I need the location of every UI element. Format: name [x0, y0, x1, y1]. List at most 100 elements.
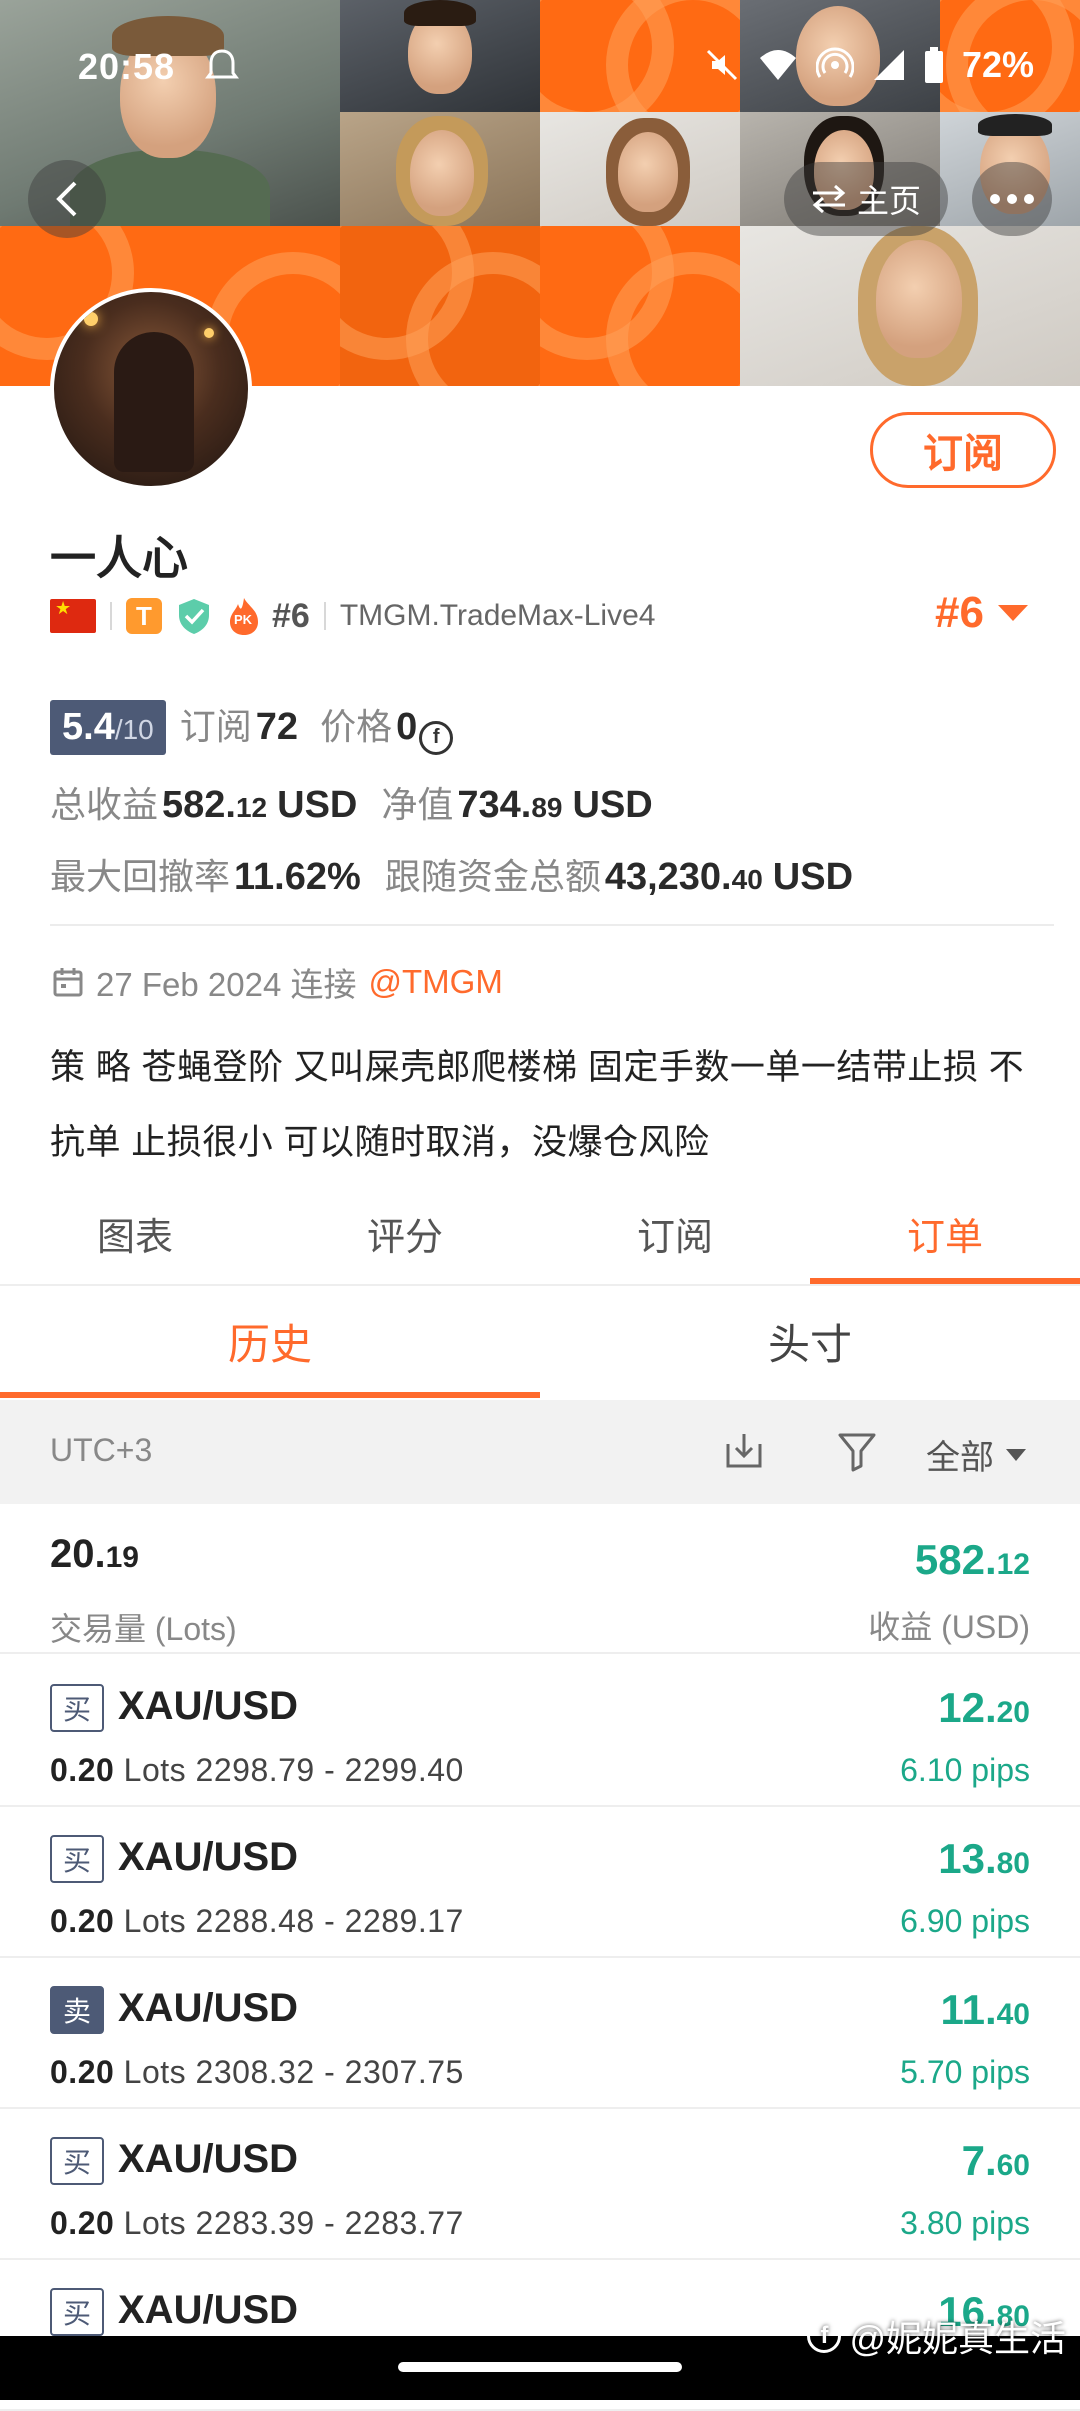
net-value-unit: USD [572, 784, 653, 826]
order-row[interactable]: 买 XAU/USD 0.20 Lots 2283.39 - 2283.77 7.… [0, 2109, 1080, 2260]
net-value: 734.89 [457, 784, 563, 826]
strategy-description: 策 略 苍蝇登阶 又叫屎壳郎爬楼梯 固定手数一单一结带止损 不抗单 止损很小 可… [50, 1048, 1025, 1162]
signal-icon [872, 48, 906, 82]
profit-label: 收益 (USD) [868, 1609, 1030, 1645]
order-profit: 12.20 [938, 1684, 1030, 1731]
calendar-icon [53, 968, 83, 997]
subtab-history[interactable]: 历史 [0, 1298, 540, 1398]
dot-icon [990, 194, 1000, 204]
price-value: 0 [396, 706, 418, 748]
order-symbol: XAU/USD [118, 1986, 299, 2030]
back-button[interactable] [28, 160, 106, 238]
cover-photo-tile [540, 112, 740, 226]
tab-chart[interactable]: 图表 [0, 1192, 270, 1284]
status-time: 20:58 [78, 46, 176, 87]
order-row[interactable]: 卖 XAU/USD 0.20 Lots 2308.32 - 2307.75 11… [0, 1958, 1080, 2109]
total-profit-unit: USD [277, 784, 358, 826]
separator [110, 602, 112, 630]
coin-icon: f [419, 720, 454, 755]
order-list: 买 XAU/USD 0.20 Lots 2298.79 - 2299.40 12… [0, 1656, 1080, 2411]
follow-funds-value: 43,230.40 [604, 856, 763, 898]
facebook-icon: f [807, 2319, 842, 2353]
tab-rating[interactable]: 评分 [270, 1192, 540, 1284]
order-profit: 13.80 [938, 1835, 1030, 1882]
order-type-badge: 买 [50, 2137, 104, 2185]
tab-subscriptions[interactable]: 订阅 [540, 1192, 810, 1284]
type-filter-select[interactable]: 全部 [926, 1430, 1026, 1479]
volume-label: 交易量 (Lots) [50, 1611, 237, 1647]
order-symbol: XAU/USD [118, 1835, 299, 1879]
subscribers-label: 订阅 [179, 706, 252, 747]
order-details: 0.20 Lots 2308.32 - 2307.75 [50, 2054, 464, 2090]
battery-level: 72% [961, 44, 1034, 85]
broker-link[interactable]: @TMGM [369, 963, 503, 1001]
order-subtabs: 历史 头寸 [0, 1298, 1080, 1398]
timezone-label: UTC+3 [50, 1432, 153, 1468]
max-drawdown-value: 11.62% [234, 856, 361, 898]
more-options-button[interactable] [972, 162, 1052, 236]
order-type-badge: 买 [50, 1684, 104, 1732]
profit-row: 总收益 582.12 USD 净值 734.89 USD [50, 776, 659, 828]
watermark: f @妮妮真生活 [807, 2310, 1066, 2362]
badge-row: T PK #6 TMGM.TradeMax-Live4 [50, 594, 655, 638]
subscribe-button[interactable]: 订阅 [870, 412, 1056, 488]
mute-icon [704, 47, 740, 83]
order-profit: 7.60 [961, 2137, 1030, 2184]
subtab-positions[interactable]: 头寸 [540, 1298, 1080, 1398]
total-profit-label: 总收益 [50, 784, 159, 825]
rank-value: #6 [935, 588, 984, 637]
download-icon[interactable] [722, 1428, 766, 1477]
orders-summary: 20.19 交易量 (Lots) 582.12 收益 (USD) [0, 1504, 1080, 1654]
order-pips: 3.80 pips [900, 2205, 1030, 2241]
order-profit: 11.40 [940, 1986, 1030, 2033]
follow-funds-unit: USD [772, 856, 854, 898]
follow-funds-label: 跟随资金总额 [384, 856, 601, 897]
order-symbol: XAU/USD [118, 2288, 299, 2332]
order-symbol: XAU/USD [118, 1684, 299, 1728]
battery-icon [924, 47, 944, 83]
order-type-badge: 卖 [50, 1986, 104, 2034]
tab-orders[interactable]: 订单 [810, 1192, 1080, 1284]
order-details: 0.20 Lots 2288.48 - 2289.17 [50, 1903, 464, 1939]
pk-fire-icon: PK [226, 596, 262, 636]
server-name: TMGM.TradeMax-Live4 [339, 599, 656, 632]
divider [50, 924, 1054, 926]
t-badge-icon: T [126, 598, 162, 634]
order-pips: 6.10 pips [900, 1752, 1030, 1788]
connect-info: 27 Feb 2024 连接 @TMGM [52, 958, 503, 1006]
divider [0, 1284, 1080, 1286]
drawdown-row: 最大回撤率 11.62% 跟随资金总额 43,230.40 USD [50, 848, 859, 900]
filter-icon[interactable] [836, 1430, 878, 1477]
status-icons: 72% [704, 44, 1034, 86]
main-tabs: 图表 评分 订阅 订单 [0, 1192, 1080, 1284]
notification-ghost-icon [205, 48, 239, 87]
order-pips: 6.90 pips [900, 1903, 1030, 1939]
shield-check-icon [176, 597, 212, 635]
score-row: 5.4/10 订阅 72 价格 0 f [50, 698, 454, 755]
order-symbol: XAU/USD [118, 2137, 299, 2181]
switch-arrows-icon [812, 184, 846, 214]
rank-dropdown[interactable]: #6 [935, 588, 1028, 638]
home-button[interactable]: 主页 [784, 162, 948, 236]
price-label: 价格 [320, 706, 393, 747]
net-value-label: 净值 [381, 784, 454, 825]
wifi-icon [758, 48, 798, 82]
order-row[interactable]: 买 XAU/USD 0.20 Lots 2288.48 - 2289.17 13… [0, 1807, 1080, 1958]
dot-icon [1007, 194, 1017, 204]
connect-date: 27 Feb 2024 连接 [96, 966, 357, 1003]
chevron-left-icon [56, 181, 77, 217]
avatar[interactable] [50, 288, 252, 490]
home-label: 主页 [856, 183, 921, 219]
order-type-badge: 买 [50, 2288, 104, 2336]
filter-bar: UTC+3 全部 [0, 1400, 1080, 1504]
order-type-badge: 买 [50, 1835, 104, 1883]
home-indicator[interactable] [398, 2362, 682, 2372]
order-row[interactable]: 买 XAU/USD 0.20 Lots 2298.79 - 2299.40 12… [0, 1656, 1080, 1807]
china-flag-icon [50, 598, 96, 633]
separator [323, 602, 326, 630]
total-profit-value: 582.12 [162, 784, 268, 826]
subscribers-count: 72 [255, 706, 299, 748]
cover-pattern-tile [540, 226, 740, 386]
order-details: 0.20 Lots 2283.39 - 2283.77 [50, 2205, 464, 2241]
hotspot-icon [815, 46, 854, 84]
